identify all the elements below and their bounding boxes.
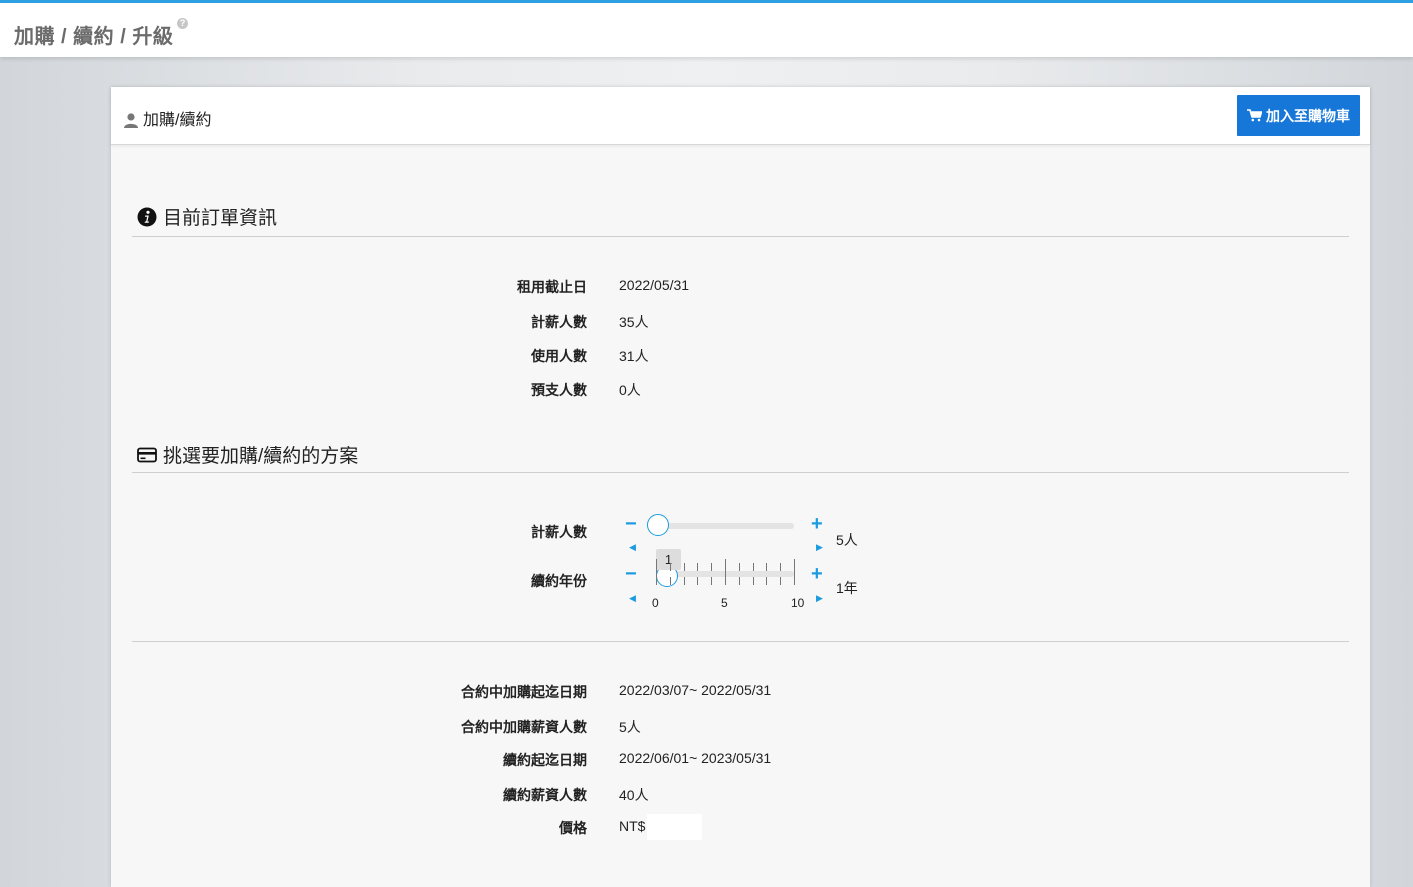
credit-card-icon <box>137 447 157 462</box>
years-left-arrow-icon[interactable]: ◀ <box>629 593 636 603</box>
card-title-text: 加購/續約 <box>143 112 212 129</box>
years-slider-tick <box>697 577 699 585</box>
renewal-period-label: 續約起迄日期 <box>503 752 587 768</box>
years-slider-tick <box>697 563 699 571</box>
years-slider-tick <box>752 563 754 571</box>
divider <box>132 236 1349 237</box>
current-order-heading: 目前訂單資訊 <box>137 203 277 230</box>
page-title: 加購 / 續約 / 升級? <box>14 18 189 49</box>
renewal-headcount-label: 續約薪資人數 <box>503 787 587 803</box>
advance-count-label: 預支人數 <box>531 382 587 398</box>
years-tick-label-0: 0 <box>652 596 659 610</box>
headcount-slider-label: 計薪人數 <box>531 524 587 540</box>
years-slider-tick <box>752 577 754 585</box>
help-icon[interactable]: ? <box>177 18 189 29</box>
renewal-period-value: 2022/06/01~ 2023/05/31 <box>619 750 772 766</box>
plan-heading-text: 挑選要加購/續約的方案 <box>163 446 359 467</box>
years-value: 1年 <box>836 580 858 596</box>
years-slider-tick <box>780 577 782 585</box>
years-slider-tooltip: 1 <box>656 549 681 570</box>
addon-headcount-label: 合約中加購薪資人數 <box>461 719 587 735</box>
years-slider-tick <box>766 563 768 571</box>
divider <box>132 472 1349 473</box>
divider <box>132 641 1349 642</box>
add-to-cart-label: 加入至購物車 <box>1266 107 1350 124</box>
years-slider-tick <box>794 559 795 585</box>
years-slider-tick <box>766 577 768 585</box>
headcount-plus-button[interactable]: + <box>811 514 823 534</box>
headcount-slider-track[interactable] <box>656 523 794 529</box>
payroll-count-value: 35人 <box>619 314 649 330</box>
add-to-cart-button[interactable]: 加入至購物車 <box>1237 95 1360 136</box>
card-title: 加購/續約 <box>123 106 211 130</box>
headcount-right-arrow-icon[interactable]: ▶ <box>816 542 823 552</box>
price-label: 價格 <box>559 820 587 836</box>
price-amount-box <box>647 814 702 840</box>
years-slider-tick <box>780 563 782 571</box>
card-header: 加購/續約 加入至購物車 <box>111 87 1370 145</box>
years-tick-label-5: 5 <box>721 596 728 610</box>
current-order-heading-text: 目前訂單資訊 <box>163 208 278 229</box>
years-minus-button[interactable]: − <box>625 564 637 584</box>
years-slider-label: 續約年份 <box>531 573 587 589</box>
headcount-left-arrow-icon[interactable]: ◀ <box>629 542 636 552</box>
page-title-text: 加購 / 續約 / 升級 <box>14 26 174 48</box>
plan-heading: 挑選要加購/續約的方案 <box>137 441 358 468</box>
years-slider-tick <box>683 563 685 571</box>
top-bar: 加購 / 續約 / 升級? <box>0 0 1413 57</box>
headcount-slider-handle[interactable] <box>647 514 669 536</box>
price-value: NT$ <box>619 818 646 834</box>
years-tick-label-10: 10 <box>791 596 805 610</box>
advance-count-value: 0人 <box>619 382 641 398</box>
years-slider-tick <box>683 577 685 585</box>
user-icon <box>124 112 138 128</box>
years-slider-tick <box>725 559 726 585</box>
addon-headcount-value: 5人 <box>619 719 641 735</box>
headcount-value: 5人 <box>836 532 858 548</box>
years-right-arrow-icon[interactable]: ▶ <box>816 593 823 603</box>
user-count-value: 31人 <box>619 348 649 364</box>
years-slider-tick <box>738 563 740 571</box>
years-slider-tick <box>656 559 657 585</box>
years-plus-button[interactable]: + <box>811 564 823 584</box>
renewal-card: 加購/續約 加入至購物車 目前訂單資訊 租用截止日 2022/05/31 計薪人… <box>111 87 1370 887</box>
addon-period-label: 合約中加購起迄日期 <box>461 684 587 700</box>
user-count-label: 使用人數 <box>531 348 587 364</box>
info-icon <box>137 207 157 226</box>
years-slider-tick <box>711 577 713 585</box>
years-slider-tick <box>669 563 671 571</box>
rental-end-value: 2022/05/31 <box>619 277 690 293</box>
payroll-count-label: 計薪人數 <box>531 314 587 330</box>
rental-end-label: 租用截止日 <box>517 279 587 295</box>
renewal-headcount-value: 40人 <box>619 787 649 803</box>
cart-icon <box>1247 109 1262 122</box>
years-slider-tick <box>711 563 713 571</box>
years-slider-tick <box>738 577 740 585</box>
addon-period-value: 2022/03/07~ 2022/05/31 <box>619 682 772 698</box>
years-slider-tick <box>669 577 671 585</box>
headcount-minus-button[interactable]: − <box>625 514 637 534</box>
